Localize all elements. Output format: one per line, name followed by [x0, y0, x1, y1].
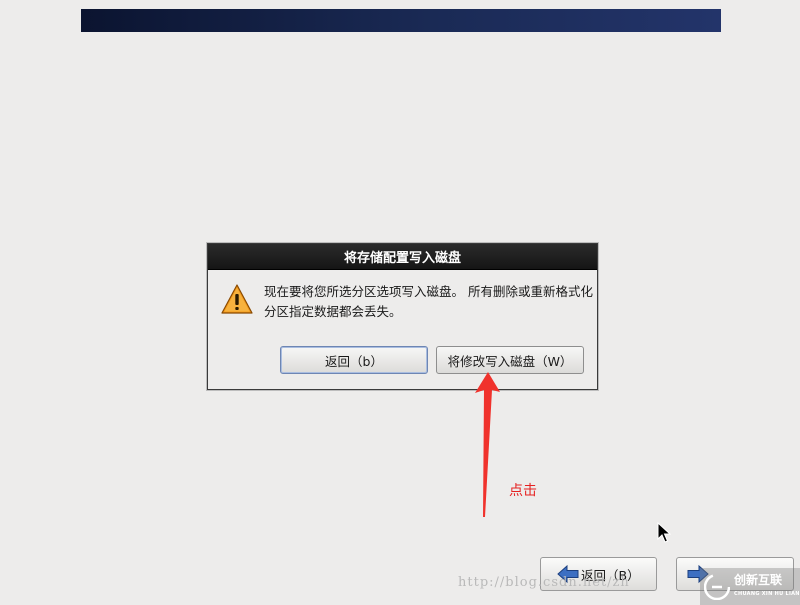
dialog-message: 现在要将您所选分区选项写入磁盘。 所有删除或重新格式化分区指定数据都会丢失。: [264, 284, 593, 319]
annotation-label: 点击: [509, 483, 537, 499]
write-storage-dialog: 将存储配置写入磁盘 现在要将您所选分区选项写入磁盘。 所有删除或重新格式化分区指…: [207, 243, 598, 390]
dialog-back-button[interactable]: 返回（b）: [280, 346, 428, 374]
brand-logo: 创新互联 CHUANG XIN HU LIAN: [700, 568, 800, 605]
annotation-arrow-icon: [475, 372, 500, 517]
logo-text: 创新互联 CHUANG XIN HU LIAN: [734, 574, 800, 600]
header-banner: [81, 9, 721, 32]
write-changes-button[interactable]: 将修改写入磁盘（W）: [436, 346, 584, 374]
dialog-title: 将存储配置写入磁盘: [208, 244, 597, 270]
watermark-url: http://blog.csdn.net/zh: [458, 575, 630, 590]
dialog-body: 现在要将您所选分区选项写入磁盘。 所有删除或重新格式化分区指定数据都会丢失。 返…: [208, 270, 597, 390]
installer-screen: 将存储配置写入磁盘 现在要将您所选分区选项写入磁盘。 所有删除或重新格式化分区指…: [0, 0, 800, 605]
logo-subtext: CHUANG XIN HU LIAN: [734, 590, 800, 597]
logo-mark-icon: [704, 573, 730, 600]
logo-title: 创新互联: [734, 572, 783, 587]
mouse-cursor-icon: [657, 522, 671, 543]
warning-icon: [221, 284, 253, 314]
